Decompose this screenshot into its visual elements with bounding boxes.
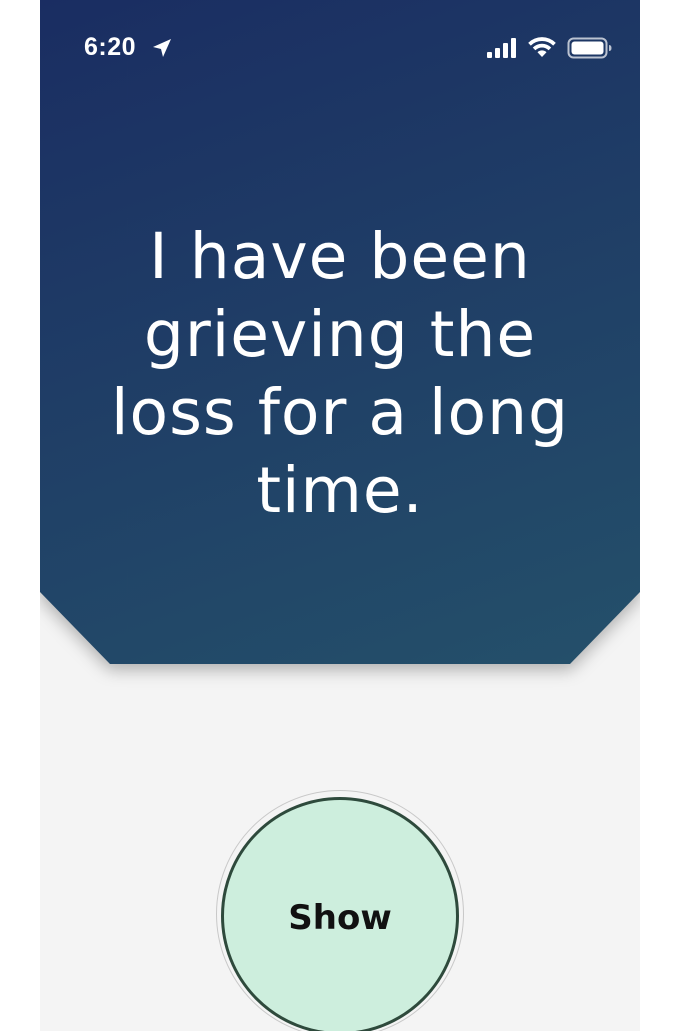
show-button-label: Show — [288, 898, 392, 938]
battery-icon — [567, 37, 612, 59]
status-bar: 6:20 — [40, 0, 640, 96]
prompt-text: I have been grieving the loss for a long… — [111, 220, 569, 527]
location-arrow-icon — [153, 39, 171, 57]
cellular-signal-icon — [487, 38, 516, 58]
wifi-icon — [528, 37, 556, 57]
show-button[interactable]: Show — [221, 797, 459, 1031]
app-screen: 6:20 I have been grieving the loss for a… — [40, 0, 640, 1031]
status-time: 6:20 — [84, 33, 137, 61]
